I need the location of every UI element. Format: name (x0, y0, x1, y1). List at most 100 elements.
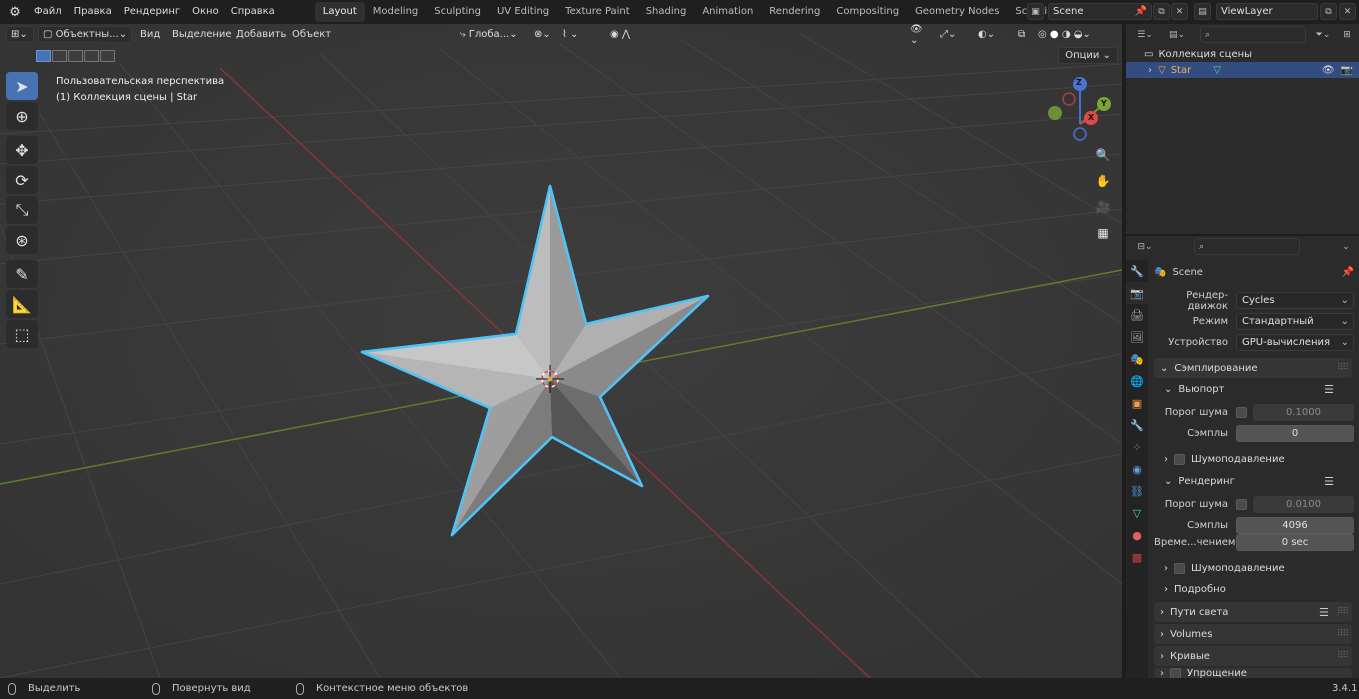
scene-selector[interactable]: Scene 📌 (1048, 3, 1152, 20)
solid-shading-icon[interactable]: ● (1050, 29, 1059, 40)
render-samples-field[interactable]: 4096 (1236, 517, 1354, 534)
menu-item-3[interactable]: Окно (186, 0, 225, 24)
snap-icon[interactable]: ⌇ ⌄ (558, 26, 602, 43)
workspace-tab-3[interactable]: UV Editing (489, 2, 557, 22)
workspace-tab-2[interactable]: Sculpting (426, 2, 489, 22)
mesh-data-icon[interactable]: ▽ (1213, 65, 1221, 76)
object-mode-dropdown[interactable]: ▢ Объектны... ⌄ (38, 26, 132, 43)
view-layer-tab-icon[interactable]: 🖼 (1126, 326, 1148, 348)
move-tool-icon[interactable]: ✥ (6, 136, 38, 164)
chevron-down-icon[interactable]: ⌄ (1338, 238, 1354, 255)
measure-tool-icon[interactable]: 📐 (6, 290, 38, 318)
tool-tab-icon[interactable]: 🔧 (1126, 260, 1148, 282)
select-box-tool-icon[interactable]: ➤ (6, 72, 38, 100)
render-engine-dropdown[interactable]: Cycles (1236, 292, 1354, 309)
rendered-shading-icon[interactable]: ◒ (1074, 29, 1083, 40)
outliner-collection-row[interactable]: ▭ Коллекция сцены (1126, 46, 1359, 62)
filter-icon[interactable]: ⏷⌄ (1310, 26, 1336, 43)
texture-tab-icon[interactable]: ▩ (1126, 546, 1148, 568)
material-shading-icon[interactable]: ◑ (1062, 29, 1071, 40)
delete-scene-icon[interactable]: ✕ (1171, 3, 1188, 20)
workspace-tab-1[interactable]: Modeling (365, 2, 427, 22)
outliner-search-input[interactable]: ⌕ (1200, 26, 1306, 43)
object-tab-icon[interactable]: ▣ (1126, 392, 1148, 414)
world-tab-icon[interactable]: 🌐 (1126, 370, 1148, 392)
overlay-toggle-icon[interactable]: ◐⌄ (974, 26, 1008, 43)
advanced-subpanel[interactable]: › Подробно (1164, 580, 1352, 598)
view-layer-selector[interactable]: ViewLayer (1216, 3, 1318, 20)
sampling-panel-header[interactable]: ⌄ Сэмплирование ⠿⠿ (1154, 358, 1352, 378)
workspace-tab-9[interactable]: Geometry Nodes (907, 2, 1007, 22)
blender-logo-icon[interactable]: ⚙ (4, 0, 26, 24)
view-layer-icon[interactable]: ▤ (1194, 3, 1211, 20)
visibility-icon[interactable]: 👁⌄ (906, 24, 934, 46)
annotate-tool-icon[interactable]: ✎ (6, 260, 38, 288)
expand-arrow-icon[interactable]: › (1148, 65, 1152, 76)
menu-item-0[interactable]: Файл (28, 0, 68, 24)
viewport-menu-3[interactable]: Объект (292, 26, 331, 43)
menu-item-1[interactable]: Правка (68, 0, 118, 24)
cursor-tool-icon[interactable]: ⊕ (6, 102, 38, 130)
simplify-checkbox[interactable] (1170, 668, 1181, 678)
denoise-checkbox[interactable] (1174, 562, 1185, 574)
select-subtract-icon[interactable] (68, 50, 83, 62)
editor-type-button[interactable]: ⊞⌄ (6, 26, 34, 43)
viewport-menu-2[interactable]: Добавить (236, 26, 286, 43)
xray-icon[interactable]: ⧉ (1014, 26, 1030, 43)
new-scene-icon[interactable]: ⧉ (1153, 3, 1170, 20)
presets-list-icon[interactable]: ☰ (1319, 606, 1329, 619)
proportional-edit-icon[interactable]: ◉ ⋀ (606, 26, 648, 43)
workspace-tab-8[interactable]: Compositing (828, 2, 907, 22)
options-dropdown[interactable]: Опции ⌄ (1058, 47, 1118, 64)
camera-view-icon[interactable]: 🎥 (1092, 196, 1114, 218)
select-invert-icon[interactable] (84, 50, 99, 62)
select-new-icon[interactable] (36, 50, 51, 62)
add-cube-tool-icon[interactable]: ⬚ (6, 320, 38, 348)
drag-handle-icon[interactable]: ⠿⠿ (1337, 651, 1349, 661)
viewport-subpanel-header[interactable]: ⌄ Вьюпорт ☰ (1164, 380, 1352, 398)
data-tab-icon[interactable]: ▽ (1126, 502, 1148, 524)
new-view-layer-icon[interactable]: ⧉ (1320, 3, 1337, 20)
workspace-tab-7[interactable]: Rendering (761, 2, 828, 22)
transform-tool-icon[interactable]: ⊛ (6, 226, 38, 254)
constraints-tab-icon[interactable]: ⛓ (1126, 480, 1148, 502)
properties-search-input[interactable]: ⌕ (1194, 238, 1300, 255)
drag-handle-icon[interactable]: ⠿⠿ (1337, 629, 1349, 639)
pin-icon[interactable]: 📌 (1131, 6, 1151, 17)
shading-modes[interactable]: ◎ ● ◑ ◒ ⌄ (1034, 26, 1110, 43)
render-subpanel-header[interactable]: ⌄ Рендеринг ☰ (1164, 472, 1352, 490)
properties-editor-type-icon[interactable]: ⊟⌄ (1132, 238, 1158, 255)
pin-icon[interactable]: 📌 (1342, 267, 1354, 278)
workspace-tab-4[interactable]: Texture Paint (557, 2, 638, 22)
viewport-noise-threshold-field[interactable]: 0.1000 (1253, 404, 1354, 421)
workspace-tab-6[interactable]: Animation (694, 2, 761, 22)
presets-list-icon[interactable]: ☰ (1324, 383, 1334, 396)
3d-viewport[interactable]: Z Y X ⊞⌄ ▢ Объектны... ⌄ Вид Выделение Доба… (0, 24, 1122, 678)
viewport-menu-0[interactable]: Вид (140, 26, 160, 43)
menu-item-4[interactable]: Справка (225, 0, 281, 24)
gizmo-toggle-icon[interactable]: ⤢⌄ (936, 26, 970, 43)
select-extend-icon[interactable] (52, 50, 67, 62)
light-paths-panel[interactable]: › Пути света ☰ ⠿⠿ (1154, 602, 1352, 622)
device-dropdown[interactable]: GPU-вычисления (1236, 334, 1354, 351)
new-collection-icon[interactable]: ⊞ (1338, 26, 1356, 43)
delete-view-layer-icon[interactable]: ✕ (1339, 3, 1356, 20)
scene-icon[interactable]: ▣ (1027, 3, 1044, 20)
particles-tab-icon[interactable]: ⁘ (1126, 436, 1148, 458)
wireframe-shading-icon[interactable]: ◎ (1038, 29, 1047, 40)
simplify-panel[interactable]: › Упрощение (1154, 668, 1352, 678)
display-mode-icon[interactable]: ▤⌄ (1164, 26, 1190, 43)
pan-hand-icon[interactable]: ✋ (1092, 170, 1114, 192)
material-tab-icon[interactable]: ● (1126, 524, 1148, 546)
menu-item-2[interactable]: Рендеринг (118, 0, 186, 24)
drag-handle-icon[interactable]: ⠿⠿ (1337, 607, 1349, 617)
noise-threshold-checkbox[interactable] (1236, 499, 1247, 510)
render-mode-dropdown[interactable]: Стандартный (1236, 313, 1354, 330)
outliner-object-row[interactable]: › ▽ Star ▽ 👁 📷 (1126, 62, 1359, 78)
time-limit-field[interactable]: 0 sec (1236, 534, 1354, 551)
camera-render-icon[interactable]: 📷 (1341, 65, 1353, 76)
presets-list-icon[interactable]: ☰ (1324, 475, 1334, 488)
viewport-menu-1[interactable]: Выделение (172, 26, 232, 43)
workspace-tab-0[interactable]: Layout (314, 2, 365, 22)
outliner-editor-type-icon[interactable]: ☰⌄ (1132, 26, 1158, 43)
